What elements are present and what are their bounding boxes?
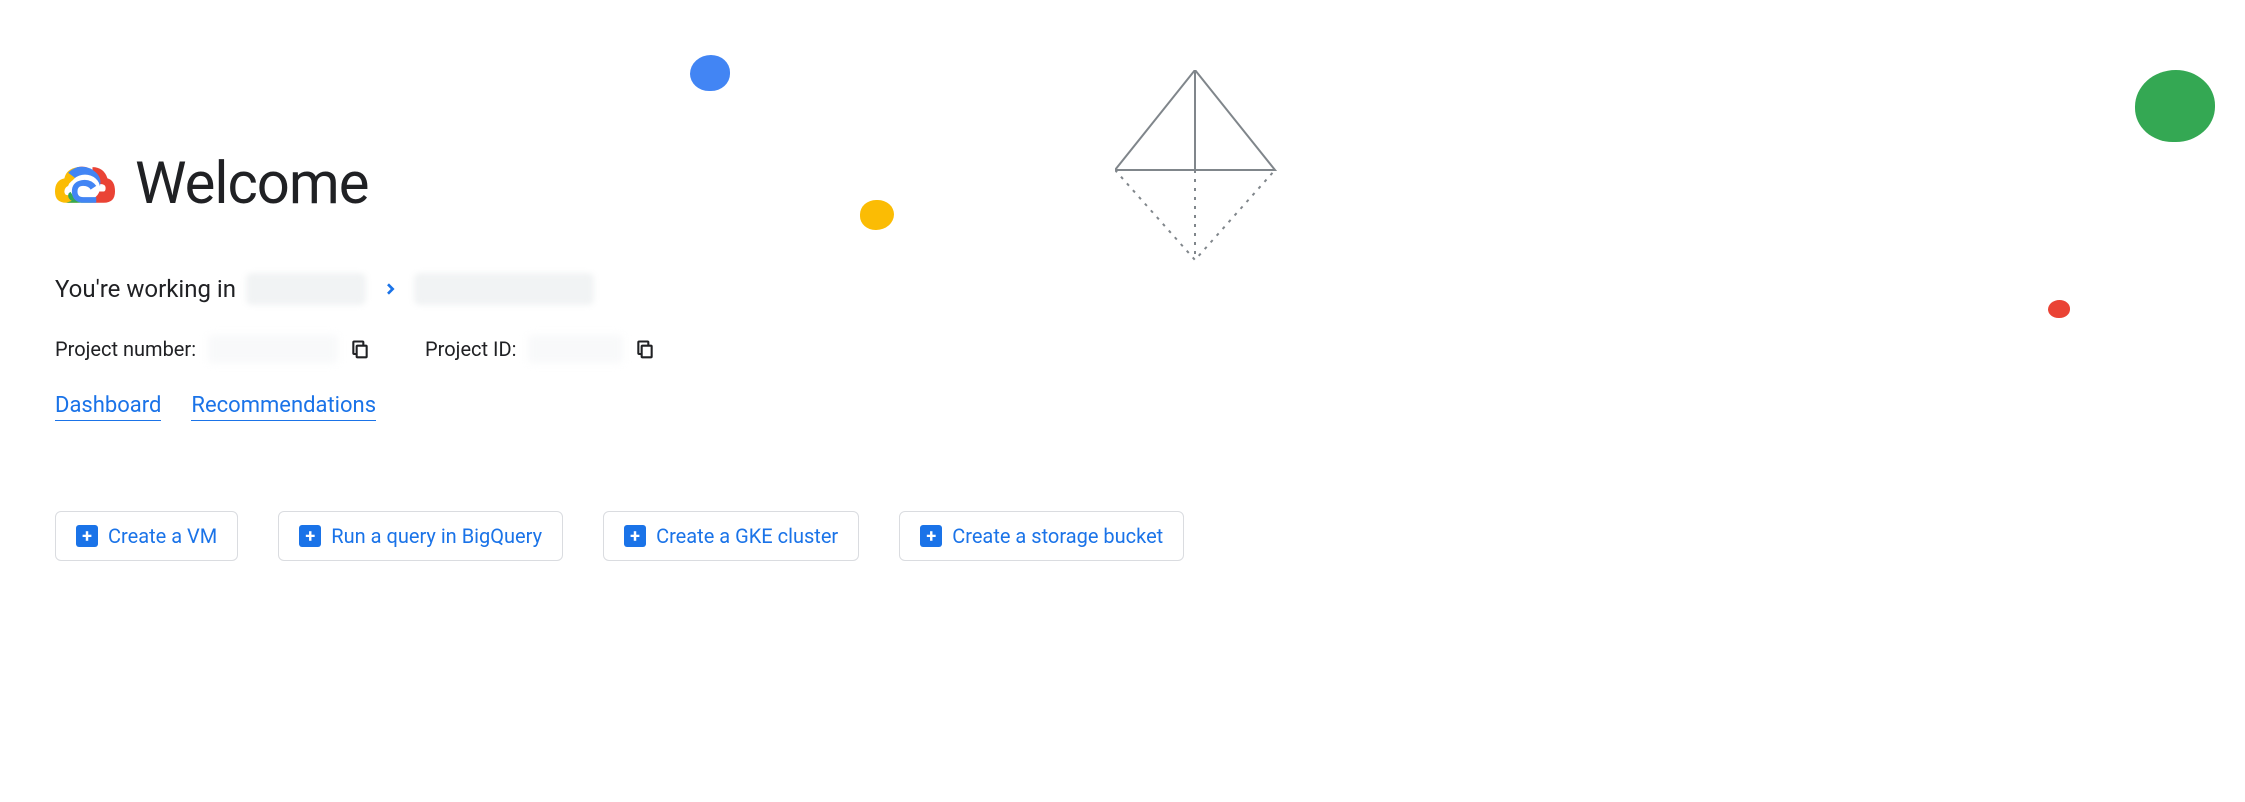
project-id-value	[528, 335, 623, 363]
quick-links: Dashboard Recommendations	[55, 393, 2245, 421]
decorative-triangle-icon	[1115, 70, 1315, 270]
breadcrumb: You're working in	[55, 273, 2245, 305]
project-id-label: Project ID:	[425, 337, 516, 361]
decorative-blob-red	[2048, 300, 2070, 318]
quick-actions: + Create a VM + Run a query in BigQuery …	[55, 511, 2245, 561]
plus-icon: +	[920, 525, 942, 547]
project-info: Project number: Project ID:	[55, 335, 2245, 363]
create-bucket-button[interactable]: + Create a storage bucket	[899, 511, 1184, 561]
decorative-blob-green	[2135, 70, 2215, 142]
copy-project-number-icon[interactable]	[350, 339, 370, 359]
plus-icon: +	[299, 525, 321, 547]
recommendations-link[interactable]: Recommendations	[191, 393, 376, 421]
create-gke-label: Create a GKE cluster	[656, 524, 838, 548]
breadcrumb-org[interactable]	[246, 273, 366, 305]
page-title: Welcome	[135, 150, 369, 218]
project-number-label: Project number:	[55, 337, 196, 361]
create-gke-button[interactable]: + Create a GKE cluster	[603, 511, 859, 561]
project-number-value	[208, 335, 338, 363]
chevron-right-icon	[382, 275, 398, 303]
breadcrumb-project[interactable]	[414, 273, 594, 305]
plus-icon: +	[76, 525, 98, 547]
breadcrumb-prefix: You're working in	[55, 275, 236, 303]
create-vm-button[interactable]: + Create a VM	[55, 511, 238, 561]
plus-icon: +	[624, 525, 646, 547]
dashboard-link[interactable]: Dashboard	[55, 393, 161, 421]
decorative-blob-blue	[690, 55, 730, 91]
create-bucket-label: Create a storage bucket	[952, 524, 1163, 548]
run-bigquery-button[interactable]: + Run a query in BigQuery	[278, 511, 563, 561]
copy-project-id-icon[interactable]	[635, 339, 655, 359]
google-cloud-logo-icon	[55, 159, 115, 209]
run-bigquery-label: Run a query in BigQuery	[331, 524, 542, 548]
create-vm-label: Create a VM	[108, 524, 217, 548]
